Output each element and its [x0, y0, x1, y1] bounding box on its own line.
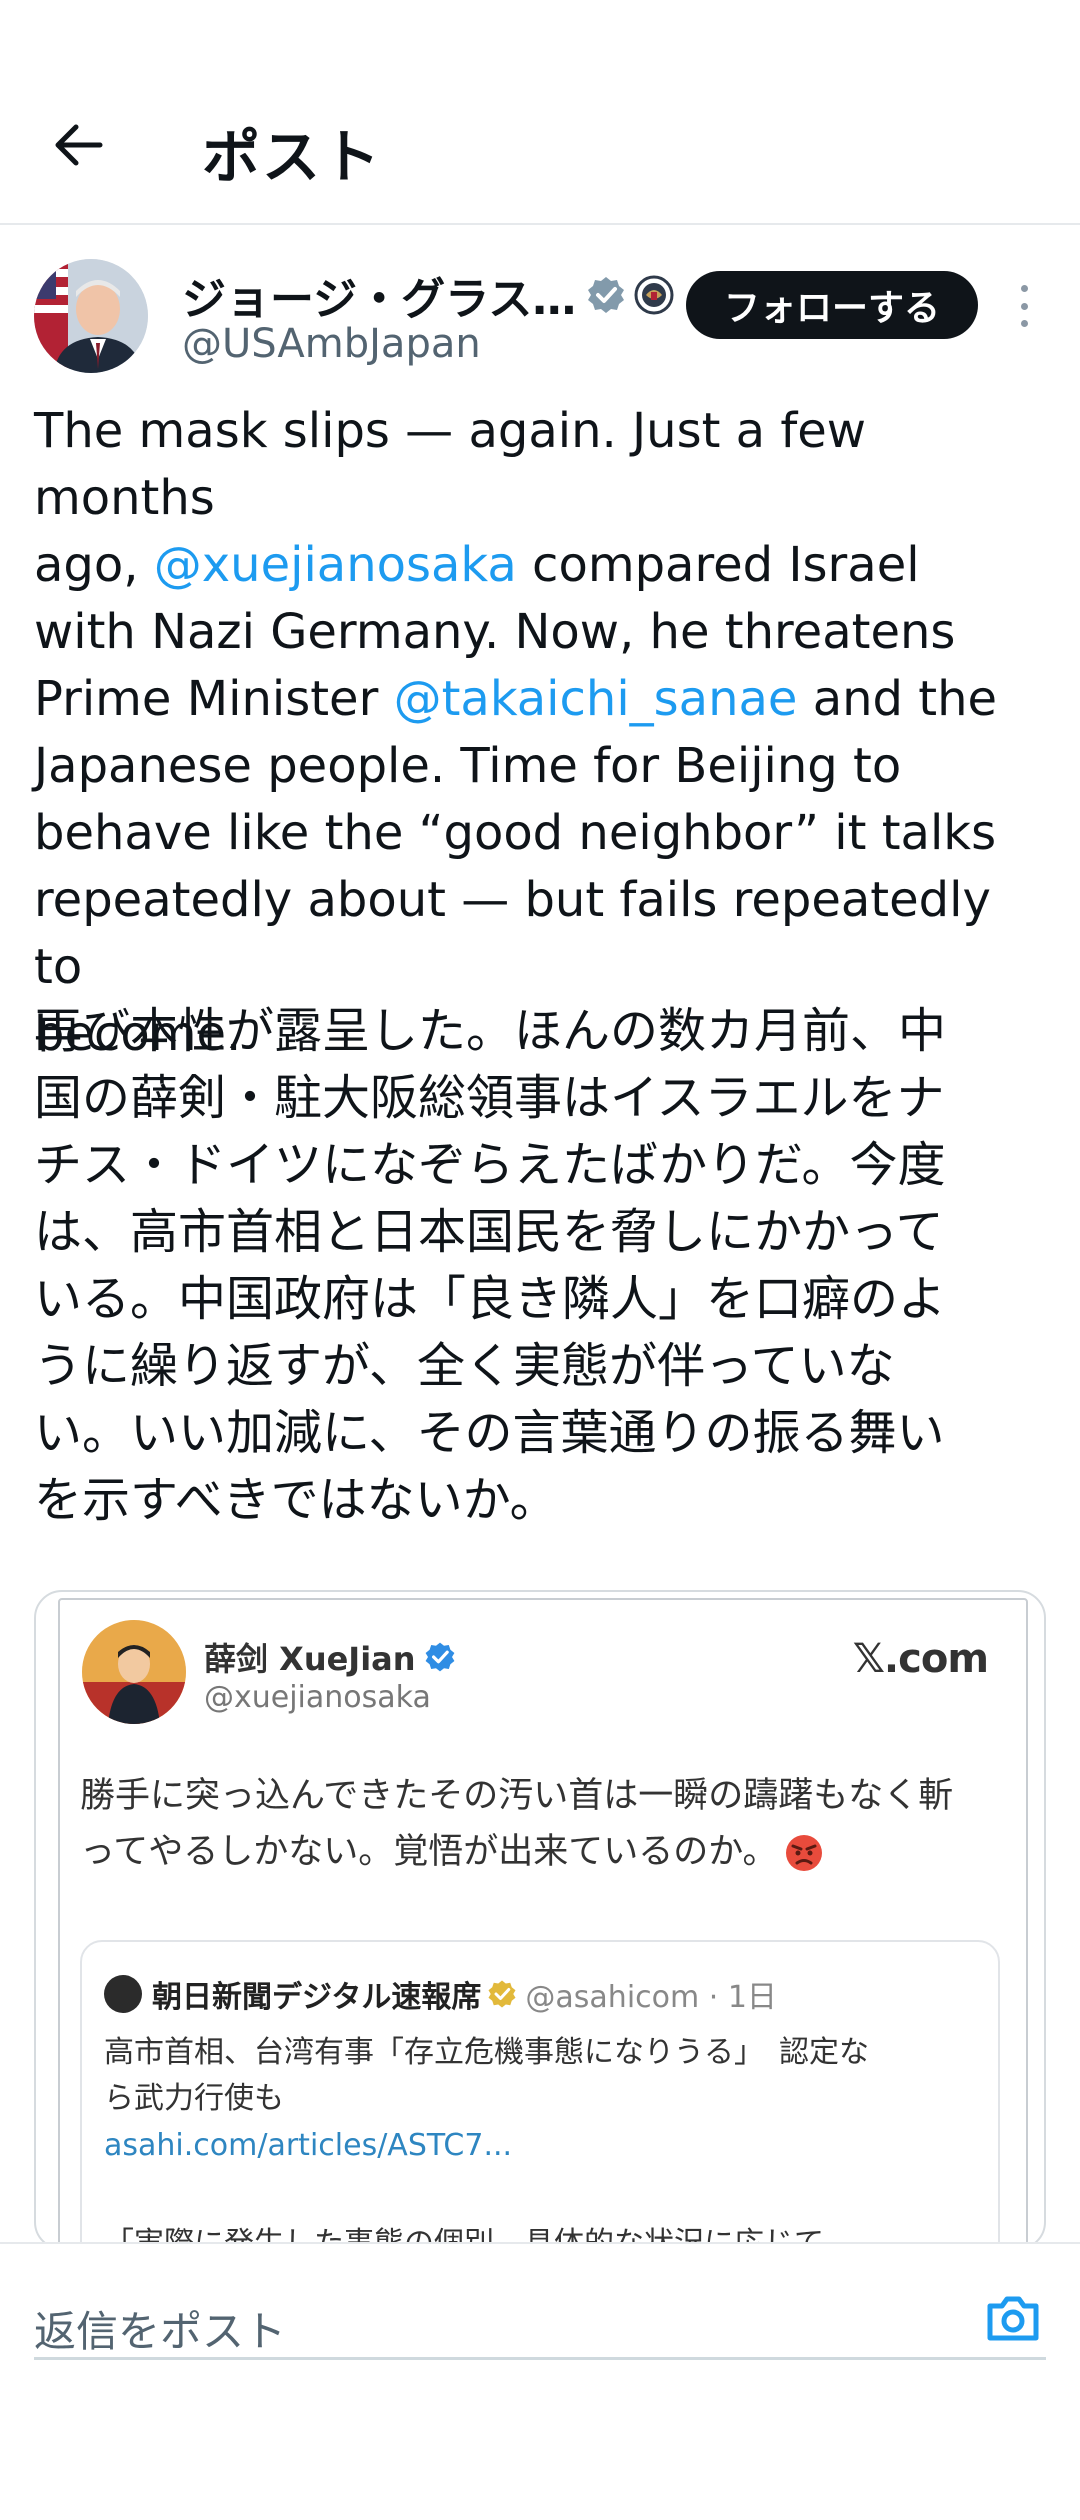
- top-bar: ポスト: [0, 0, 1080, 225]
- quoted-post: 朝日新聞デジタル速報席 @asahicom · 1日 高市首相、台湾有事「存立危…: [80, 1940, 1000, 2248]
- reply-input[interactable]: 返信をポスト: [34, 2282, 1046, 2360]
- author-name[interactable]: ジョージ・グラス…: [182, 263, 576, 327]
- angry-face-icon: [785, 1835, 822, 1871]
- avatar-portrait: [34, 259, 148, 373]
- camera-icon[interactable]: [984, 2292, 1042, 2344]
- author-avatar[interactable]: [34, 259, 148, 373]
- mention-link[interactable]: @takaichi_sanae: [394, 671, 798, 727]
- embedded-screenshot: 薛剑 XueJian @xuejianosaka 𝕏.com 勝手に突っ込んでき…: [58, 1598, 1028, 2248]
- author-handle: @USAmbJapan: [182, 321, 481, 367]
- tweet-text-english: The mask slips — again. Just a few month…: [34, 403, 998, 1062]
- reply-composer: 返信をポスト: [0, 2242, 1080, 2520]
- verified-badge-icon: [488, 1980, 516, 2008]
- tweet-text-japanese: 再び本性が露呈した。ほんの数カ月前、中 国の薛剣・駐大阪総領事はイスラエルをナ …: [34, 1003, 947, 1528]
- quote-link: asahi.com/articles/ASTC7...: [104, 2128, 513, 2163]
- back-arrow-icon: [55, 124, 103, 166]
- verified-badge-icon: [425, 1642, 454, 1672]
- quote-text: 高市首相、台湾有事「存立危機事態になりうる」 認定な ら武力行使も: [104, 2035, 869, 2116]
- embed-author-name: 薛剑 XueJian: [204, 1640, 416, 1678]
- page-title: ポスト: [202, 123, 383, 191]
- embed-author-handle: @xuejianosaka: [204, 1680, 431, 1715]
- x-com-label: 𝕏.com: [852, 1636, 989, 1682]
- quote-handle-time: @asahicom · 1日: [525, 1980, 777, 2015]
- tweet-media-image[interactable]: 薛剑 XueJian @xuejianosaka 𝕏.com 勝手に突っ込んでき…: [34, 1590, 1046, 2250]
- follow-button[interactable]: フォローする: [686, 271, 978, 339]
- government-badge-icon: [634, 275, 674, 315]
- quote-avatar: [104, 1975, 142, 2013]
- embed-avatar: [82, 1620, 186, 1724]
- more-options-button[interactable]: [1006, 281, 1042, 331]
- embed-post-text: 勝手に突っ込んできたその汚い首は一瞬の躊躇もなく斬 ってやるしかない。覚悟が出来…: [80, 1776, 954, 1872]
- back-button[interactable]: [48, 115, 108, 175]
- reply-placeholder: 返信をポスト: [34, 2307, 287, 2356]
- author-row: ジョージ・グラス… @USAmbJapan フォローする: [0, 255, 1080, 385]
- more-icon: [1020, 285, 1028, 292]
- mention-link[interactable]: @xuejianosaka: [154, 537, 517, 593]
- quote-author-name: 朝日新聞デジタル速報席: [152, 1980, 482, 2015]
- verified-badge-icon: [588, 277, 625, 313]
